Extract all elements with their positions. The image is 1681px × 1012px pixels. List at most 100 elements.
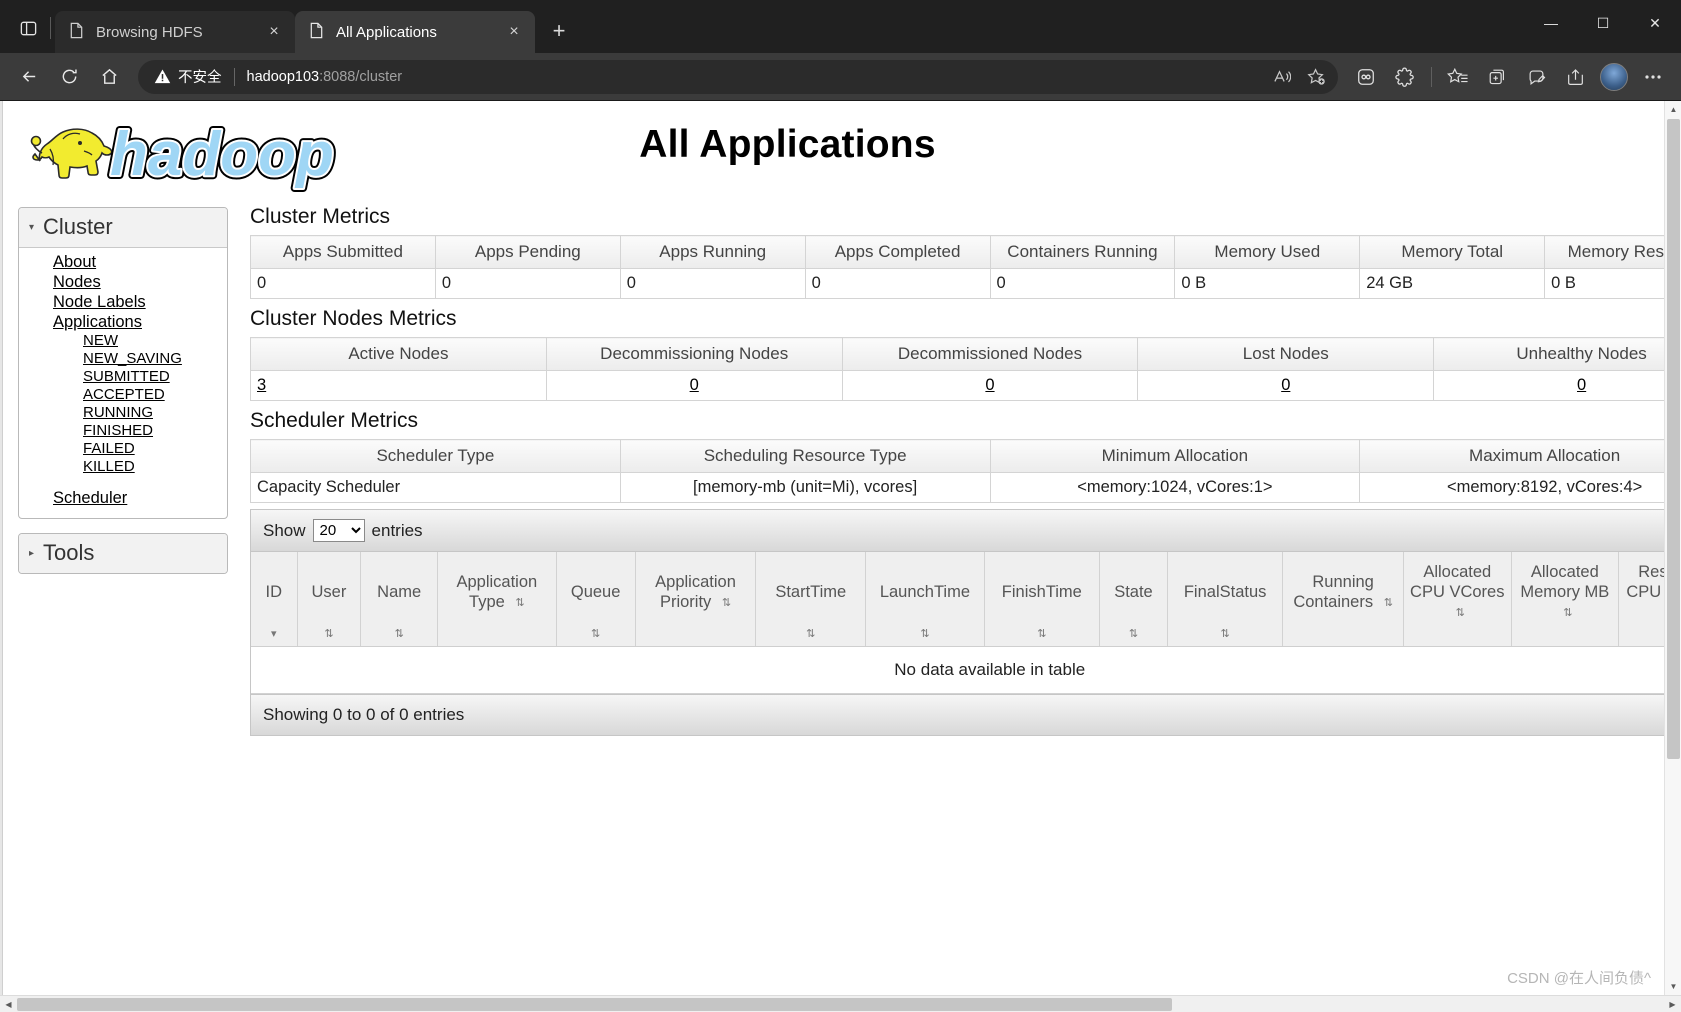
extensions-icon[interactable] <box>1387 60 1423 94</box>
navigation-toolbar: 不安全 hadoop103:8088/cluster <box>0 53 1681 100</box>
scroll-down-icon[interactable]: ▼ <box>1665 978 1681 995</box>
sort-icon[interactable]: ⇅ <box>1129 629 1138 640</box>
sort-icon[interactable]: ⇅ <box>515 597 524 609</box>
sidebar-item-submitted[interactable]: SUBMITTED <box>19 368 227 386</box>
col-starttime[interactable]: StartTime ⇅ <box>755 552 867 647</box>
sort-icon[interactable]: ▾ <box>271 629 277 640</box>
horizontal-scroll-thumb[interactable] <box>17 997 1172 1011</box>
toolbar-divider <box>1431 66 1432 87</box>
sidebar-item-scheduler[interactable]: Scheduler <box>19 488 227 508</box>
address-bar[interactable]: 不安全 hadoop103:8088/cluster <box>138 59 1338 94</box>
val-apps-pending: 0 <box>434 268 621 299</box>
sort-icon[interactable]: ⇅ <box>1037 629 1046 640</box>
horizontal-scrollbar[interactable]: ◀ ▶ <box>0 995 1681 1012</box>
val-apps-completed: 0 <box>804 268 991 299</box>
col-id-label: ID <box>265 583 283 601</box>
val-active-nodes[interactable]: 3 <box>257 376 266 394</box>
sort-icon[interactable]: ⇅ <box>324 629 333 640</box>
col-application-type-label: Application Type <box>456 573 538 611</box>
scroll-left-icon[interactable]: ◀ <box>0 996 17 1012</box>
sort-icon[interactable]: ⇅ <box>1456 607 1465 619</box>
scroll-up-icon[interactable]: ▲ <box>1665 101 1681 118</box>
col-allocated-memory-mb[interactable]: Allocated Memory MB ⇅ <box>1511 552 1620 647</box>
sort-icon[interactable]: ⇅ <box>1221 629 1230 640</box>
col-running-containers[interactable]: Running Containers ⇅ <box>1282 552 1404 647</box>
tab-close-icon[interactable]: × <box>501 19 527 45</box>
col-finishtime[interactable]: FinishTime ⇅ <box>984 552 1100 647</box>
chevron-right-icon: ▸ <box>29 547 35 559</box>
scroll-right-icon[interactable]: ▶ <box>1664 996 1681 1012</box>
horizontal-scroll-track[interactable] <box>17 996 1664 1012</box>
val-unhealthy-nodes[interactable]: 0 <box>1577 376 1586 394</box>
sort-icon[interactable]: ⇅ <box>591 629 600 640</box>
copilot-icon[interactable] <box>1518 60 1554 94</box>
col-launchtime[interactable]: LaunchTime ⇅ <box>865 552 985 647</box>
val-minimum-allocation: <memory:1024, vCores:1> <box>989 472 1361 503</box>
sort-icon[interactable]: ⇅ <box>722 597 731 609</box>
show-label: Show <box>263 520 306 540</box>
settings-more-icon[interactable] <box>1635 60 1671 94</box>
share-icon[interactable] <box>1557 60 1593 94</box>
table-header-row: Apps Submitted Apps Pending Apps Running… <box>250 235 1681 269</box>
cluster-metrics-heading: Cluster Metrics <box>250 205 391 228</box>
sidebar-item-accepted[interactable]: ACCEPTED <box>19 386 227 404</box>
sidebar-cluster-label: Cluster <box>43 214 113 239</box>
maximize-icon[interactable]: ☐ <box>1577 0 1629 46</box>
home-icon[interactable] <box>90 60 128 94</box>
col-starttime-label: StartTime <box>775 583 847 601</box>
sort-icon[interactable]: ⇅ <box>1563 607 1572 619</box>
main-content: Cluster Metrics Apps Submitted Apps Pend… <box>228 193 1681 736</box>
col-name[interactable]: Name ⇅ <box>360 552 439 647</box>
val-decommissioning-nodes[interactable]: 0 <box>690 376 699 394</box>
col-application-priority[interactable]: Application Priority ⇅ <box>635 552 757 647</box>
col-memory-total: Memory Total <box>1359 235 1546 269</box>
sidebar-item-about[interactable]: About <box>19 252 227 272</box>
profile-avatar[interactable] <box>1600 62 1628 91</box>
add-favorite-icon[interactable] <box>1300 63 1332 91</box>
sidebar-item-applications[interactable]: Applications <box>19 312 227 332</box>
tab-all-applications[interactable]: All Applications × <box>295 11 535 53</box>
col-id[interactable]: ID ▾ <box>251 552 298 647</box>
sort-icon[interactable]: ⇅ <box>395 629 404 640</box>
window-controls: — ☐ ✕ <box>1525 0 1681 46</box>
sidebar-item-running[interactable]: RUNNING <box>19 404 227 422</box>
sidebar-cluster-header[interactable]: ▾ Cluster <box>19 208 227 248</box>
table-header-row: Active Nodes Decommissioning Nodes Decom… <box>250 337 1681 371</box>
entries-per-page-select[interactable]: 20 40 60 80 100 <box>312 519 365 542</box>
browser-essentials-icon[interactable] <box>1348 60 1384 94</box>
sort-icon[interactable]: ⇅ <box>920 629 929 640</box>
tab-close-icon[interactable]: × <box>261 19 287 45</box>
col-finalstatus[interactable]: FinalStatus ⇅ <box>1167 552 1284 647</box>
tab-actions-icon[interactable] <box>8 8 48 48</box>
new-tab-icon[interactable]: + <box>541 13 577 49</box>
read-aloud-icon[interactable] <box>1266 63 1298 91</box>
sidebar-item-nodes[interactable]: Nodes <box>19 272 227 292</box>
favorites-icon[interactable] <box>1440 60 1476 94</box>
vertical-scrollbar[interactable]: ▲ ▼ <box>1664 101 1681 995</box>
sidebar-item-killed[interactable]: KILLED <box>19 458 227 476</box>
sort-icon[interactable]: ⇅ <box>806 629 815 640</box>
sidebar-item-new-saving[interactable]: NEW_SAVING <box>19 350 227 368</box>
minimize-icon[interactable]: — <box>1525 0 1577 46</box>
sidebar-item-finished[interactable]: FINISHED <box>19 422 227 440</box>
back-icon[interactable] <box>10 60 48 94</box>
val-lost-nodes[interactable]: 0 <box>1281 376 1290 394</box>
reload-icon[interactable] <box>50 60 88 94</box>
sort-icon[interactable]: ⇅ <box>1384 597 1393 609</box>
col-scheduler-type: Scheduler Type <box>250 439 621 473</box>
collections-icon[interactable] <box>1479 60 1515 94</box>
col-allocated-cpu-vcores[interactable]: Allocated CPU VCores ⇅ <box>1403 552 1512 647</box>
sidebar-item-failed[interactable]: FAILED <box>19 440 227 458</box>
col-user[interactable]: User ⇅ <box>297 552 362 647</box>
col-application-type[interactable]: Application Type ⇅ <box>437 552 557 647</box>
sidebar-item-new[interactable]: NEW <box>19 332 227 350</box>
close-window-icon[interactable]: ✕ <box>1629 0 1681 46</box>
col-queue[interactable]: Queue ⇅ <box>556 552 636 647</box>
tab-browsing-hdfs[interactable]: Browsing HDFS × <box>55 11 295 53</box>
sidebar-item-node-labels[interactable]: Node Labels <box>19 292 227 312</box>
col-state[interactable]: State ⇅ <box>1099 552 1169 647</box>
col-lost-nodes: Lost Nodes <box>1137 337 1435 371</box>
vertical-scroll-thumb[interactable] <box>1667 119 1680 759</box>
val-decommissioned-nodes[interactable]: 0 <box>985 376 994 394</box>
sidebar-tools-header[interactable]: ▸ Tools <box>19 534 227 573</box>
